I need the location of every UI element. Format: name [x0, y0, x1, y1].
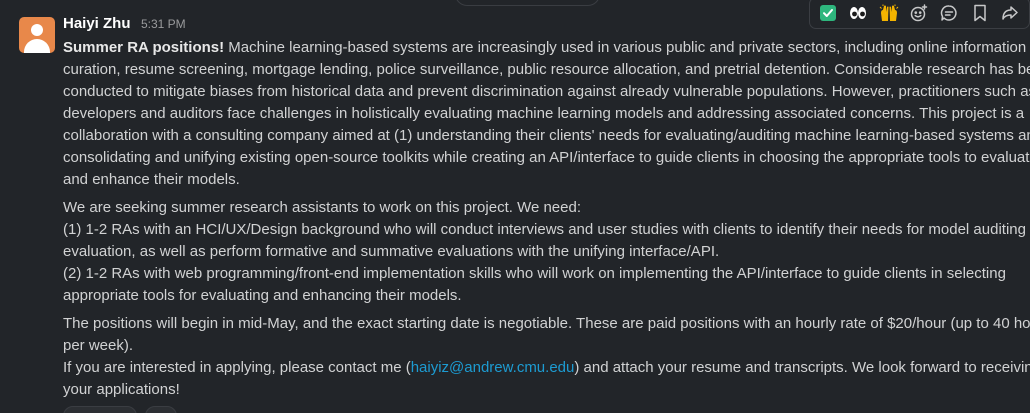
message-timestamp[interactable]: 5:31 PM — [141, 17, 186, 31]
paragraph-logistics: The positions will begin in mid-May, and… — [63, 313, 1030, 401]
logistics-text: The positions will begin in mid-May, and… — [63, 315, 1030, 354]
intro-text: Machine learning-based systems are incre… — [63, 39, 1030, 188]
sender-name[interactable]: Haiyi Zhu — [63, 15, 131, 32]
needs-intro-text: We are seeking summer research assistant… — [63, 199, 582, 216]
white-check-mark-icon[interactable] — [816, 0, 839, 26]
avatar-head-shape — [31, 24, 43, 36]
message-header: Haiyi Zhu 5:31 PM — [63, 15, 186, 33]
email-link[interactable]: haiyiz@andrew.cmu.edu — [411, 359, 575, 376]
reply-in-thread-icon[interactable] — [938, 0, 961, 26]
message-actions-toolbar — [809, 0, 1030, 29]
raised-hands-icon[interactable] — [877, 0, 900, 26]
avatar[interactable] — [19, 17, 55, 53]
save-bookmark-icon[interactable] — [968, 0, 991, 26]
date-divider-pill[interactable] — [455, 0, 600, 6]
message-body: Summer RA positions! Machine learning-ba… — [63, 37, 1030, 407]
need-item-2: (2) 1-2 RAs with web programming/front-e… — [63, 265, 1006, 304]
forward-message-icon[interactable] — [999, 0, 1022, 26]
intro-bold-heading: Summer RA positions! — [63, 39, 225, 56]
add-reaction-chip[interactable] — [145, 406, 177, 413]
add-reaction-icon[interactable] — [907, 0, 930, 26]
paragraph-needs: We are seeking summer research assistant… — [63, 197, 1030, 307]
eyes-icon[interactable] — [846, 0, 869, 26]
contact-text-before: If you are interested in applying, pleas… — [63, 359, 411, 376]
message-row[interactable]: Haiyi Zhu 5:31 PM Summer RA positions! M… — [0, 0, 1030, 413]
need-item-1: (1) 1-2 RAs with an HCI/UX/Design backgr… — [63, 221, 1026, 260]
paragraph-intro: Summer RA positions! Machine learning-ba… — [63, 37, 1030, 191]
reaction-chip[interactable] — [63, 406, 137, 413]
avatar-body-shape — [24, 39, 50, 53]
